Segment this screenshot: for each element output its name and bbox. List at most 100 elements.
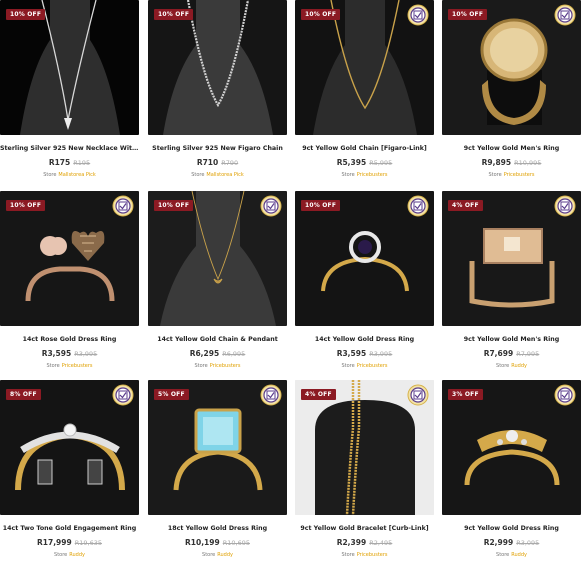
- store-label: Store: [43, 172, 57, 178]
- product-image[interactable]: 3% OFF: [442, 380, 581, 515]
- current-price: R175: [48, 158, 71, 167]
- store-row: Store Ruddy: [0, 552, 139, 558]
- product-image[interactable]: 10% OFF: [295, 191, 434, 326]
- product-title[interactable]: 9ct Yellow Gold Bracelet [Curb-Link]: [295, 525, 434, 532]
- product-image[interactable]: 8% OFF: [0, 380, 139, 515]
- product-card[interactable]: 10% OFF 14ct Yellow Gold Dress Ring R3,5…: [295, 191, 434, 373]
- store-link[interactable]: Mallstorea Pick: [206, 172, 243, 178]
- product-image[interactable]: 10% OFF: [295, 0, 434, 135]
- product-card[interactable]: 5% OFF 18ct Yellow Gold Dress Ring R10,1…: [148, 380, 287, 562]
- current-price: R5,395: [336, 158, 367, 167]
- verified-seller-icon: [554, 195, 576, 217]
- store-row: Store Ruddy: [148, 552, 287, 558]
- verified-seller-icon: [260, 195, 282, 217]
- store-link[interactable]: Pricebusters: [357, 172, 388, 178]
- discount-badge: 10% OFF: [154, 9, 194, 20]
- store-link[interactable]: Pricebusters: [62, 363, 93, 369]
- store-row: Store Ruddy: [442, 552, 581, 558]
- product-title[interactable]: 9ct Yellow Gold Men's Ring: [442, 336, 581, 343]
- store-label: Store: [191, 172, 205, 178]
- price-row: R6,295 R6,995: [148, 349, 287, 358]
- current-price: R3,595: [41, 349, 72, 358]
- discount-badge: 4% OFF: [301, 389, 336, 400]
- price-row: R10,199 R10,695: [148, 538, 287, 547]
- product-image[interactable]: 10% OFF: [442, 0, 581, 135]
- product-title[interactable]: Sterling Silver 925 New Necklace With...: [0, 145, 139, 152]
- discount-badge: 4% OFF: [448, 200, 483, 211]
- product-image[interactable]: 10% OFF: [148, 191, 287, 326]
- store-link[interactable]: Pricebusters: [210, 363, 241, 369]
- original-price: R10,995: [514, 159, 542, 167]
- product-card[interactable]: 8% OFF 14ct Two Tone Gold Engagement Rin…: [0, 380, 139, 562]
- price-row: R3,595 R3,995: [295, 349, 434, 358]
- verified-seller-icon: [407, 384, 429, 406]
- store-row: Store Pricebusters: [295, 552, 434, 558]
- original-price: R790: [221, 159, 239, 167]
- product-card[interactable]: 10% OFF Sterling Silver 925 New Figaro C…: [148, 0, 287, 182]
- product-image[interactable]: 4% OFF: [442, 191, 581, 326]
- discount-badge: 3% OFF: [448, 389, 483, 400]
- store-row: Store Pricebusters: [295, 172, 434, 178]
- discount-badge: 10% OFF: [6, 200, 46, 211]
- original-price: R7,995: [516, 350, 540, 358]
- product-card[interactable]: 3% OFF 9ct Yellow Gold Dress Ring R2,999…: [442, 380, 581, 562]
- current-price: R10,199: [185, 538, 220, 547]
- store-link[interactable]: Ruddy: [217, 552, 233, 558]
- discount-badge: 10% OFF: [154, 200, 194, 211]
- discount-badge: 10% OFF: [6, 9, 46, 20]
- store-row: Store Mallstorea Pick: [148, 172, 287, 178]
- store-label: Store: [496, 363, 510, 369]
- product-title[interactable]: Sterling Silver 925 New Figaro Chain: [148, 145, 287, 152]
- product-title[interactable]: 9ct Yellow Gold Chain [Figaro-Link]: [295, 145, 434, 152]
- product-card[interactable]: 4% OFF 9ct Yellow Gold Men's Ring R7,699…: [442, 191, 581, 373]
- product-card[interactable]: 10% OFF 9ct Yellow Gold Chain [Figaro-Li…: [295, 0, 434, 182]
- store-row: Store Ruddy: [442, 363, 581, 369]
- product-title[interactable]: 14ct Yellow Gold Dress Ring: [295, 336, 434, 343]
- product-card[interactable]: 10% OFF Sterling Silver 925 New Necklace…: [0, 0, 139, 182]
- store-row: Store Mallstorea Pick: [0, 172, 139, 178]
- product-card[interactable]: 10% OFF 9ct Yellow Gold Men's Ring R9,89…: [442, 0, 581, 182]
- product-title[interactable]: 14ct Rose Gold Dress Ring: [0, 336, 139, 343]
- product-image[interactable]: 10% OFF: [0, 191, 139, 326]
- price-row: R2,399 R2,495: [295, 538, 434, 547]
- original-price: R2,495: [369, 539, 393, 547]
- discount-badge: 10% OFF: [448, 9, 488, 20]
- product-image[interactable]: 10% OFF: [148, 0, 287, 135]
- price-row: R2,999 R3,095: [442, 538, 581, 547]
- original-price: R5,995: [369, 159, 393, 167]
- product-title[interactable]: 14ct Yellow Gold Chain & Pendant: [148, 336, 287, 343]
- product-title[interactable]: 9ct Yellow Gold Men's Ring: [442, 145, 581, 152]
- store-row: Store Pricebusters: [442, 172, 581, 178]
- product-title[interactable]: 14ct Two Tone Gold Engagement Ring: [0, 525, 139, 532]
- store-link[interactable]: Mallstorea Pick: [58, 172, 95, 178]
- store-label: Store: [496, 552, 510, 558]
- store-link[interactable]: Pricebusters: [357, 363, 388, 369]
- discount-badge: 10% OFF: [301, 200, 341, 211]
- product-grid: 10% OFF Sterling Silver 925 New Necklace…: [0, 0, 581, 560]
- store-link[interactable]: Ruddy: [511, 363, 527, 369]
- store-label: Store: [194, 363, 208, 369]
- store-link[interactable]: Ruddy: [69, 552, 85, 558]
- store-link[interactable]: Ruddy: [511, 552, 527, 558]
- product-image[interactable]: 10% OFF: [0, 0, 139, 135]
- product-card[interactable]: 4% OFF 9ct Yellow Gold Bracelet [Curb-Li…: [295, 380, 434, 562]
- product-card[interactable]: 10% OFF 14ct Rose Gold Dress Ring R3,595…: [0, 191, 139, 373]
- current-price: R6,295: [189, 349, 220, 358]
- price-row: R3,595 R3,995: [0, 349, 139, 358]
- store-label: Store: [46, 363, 60, 369]
- original-price: R19,635: [74, 539, 102, 547]
- product-title[interactable]: 9ct Yellow Gold Dress Ring: [442, 525, 581, 532]
- original-price: R3,995: [369, 350, 393, 358]
- discount-badge: 8% OFF: [6, 389, 41, 400]
- current-price: R7,699: [483, 349, 514, 358]
- store-link[interactable]: Pricebusters: [504, 172, 535, 178]
- price-row: R7,699 R7,995: [442, 349, 581, 358]
- product-card[interactable]: 10% OFF 14ct Yellow Gold Chain & Pendant…: [148, 191, 287, 373]
- product-image[interactable]: 5% OFF: [148, 380, 287, 515]
- product-image[interactable]: 4% OFF: [295, 380, 434, 515]
- product-title[interactable]: 18ct Yellow Gold Dress Ring: [148, 525, 287, 532]
- store-row: Store Pricebusters: [295, 363, 434, 369]
- current-price: R3,595: [336, 349, 367, 358]
- price-row: R17,999 R19,635: [0, 538, 139, 547]
- store-link[interactable]: Pricebusters: [357, 552, 388, 558]
